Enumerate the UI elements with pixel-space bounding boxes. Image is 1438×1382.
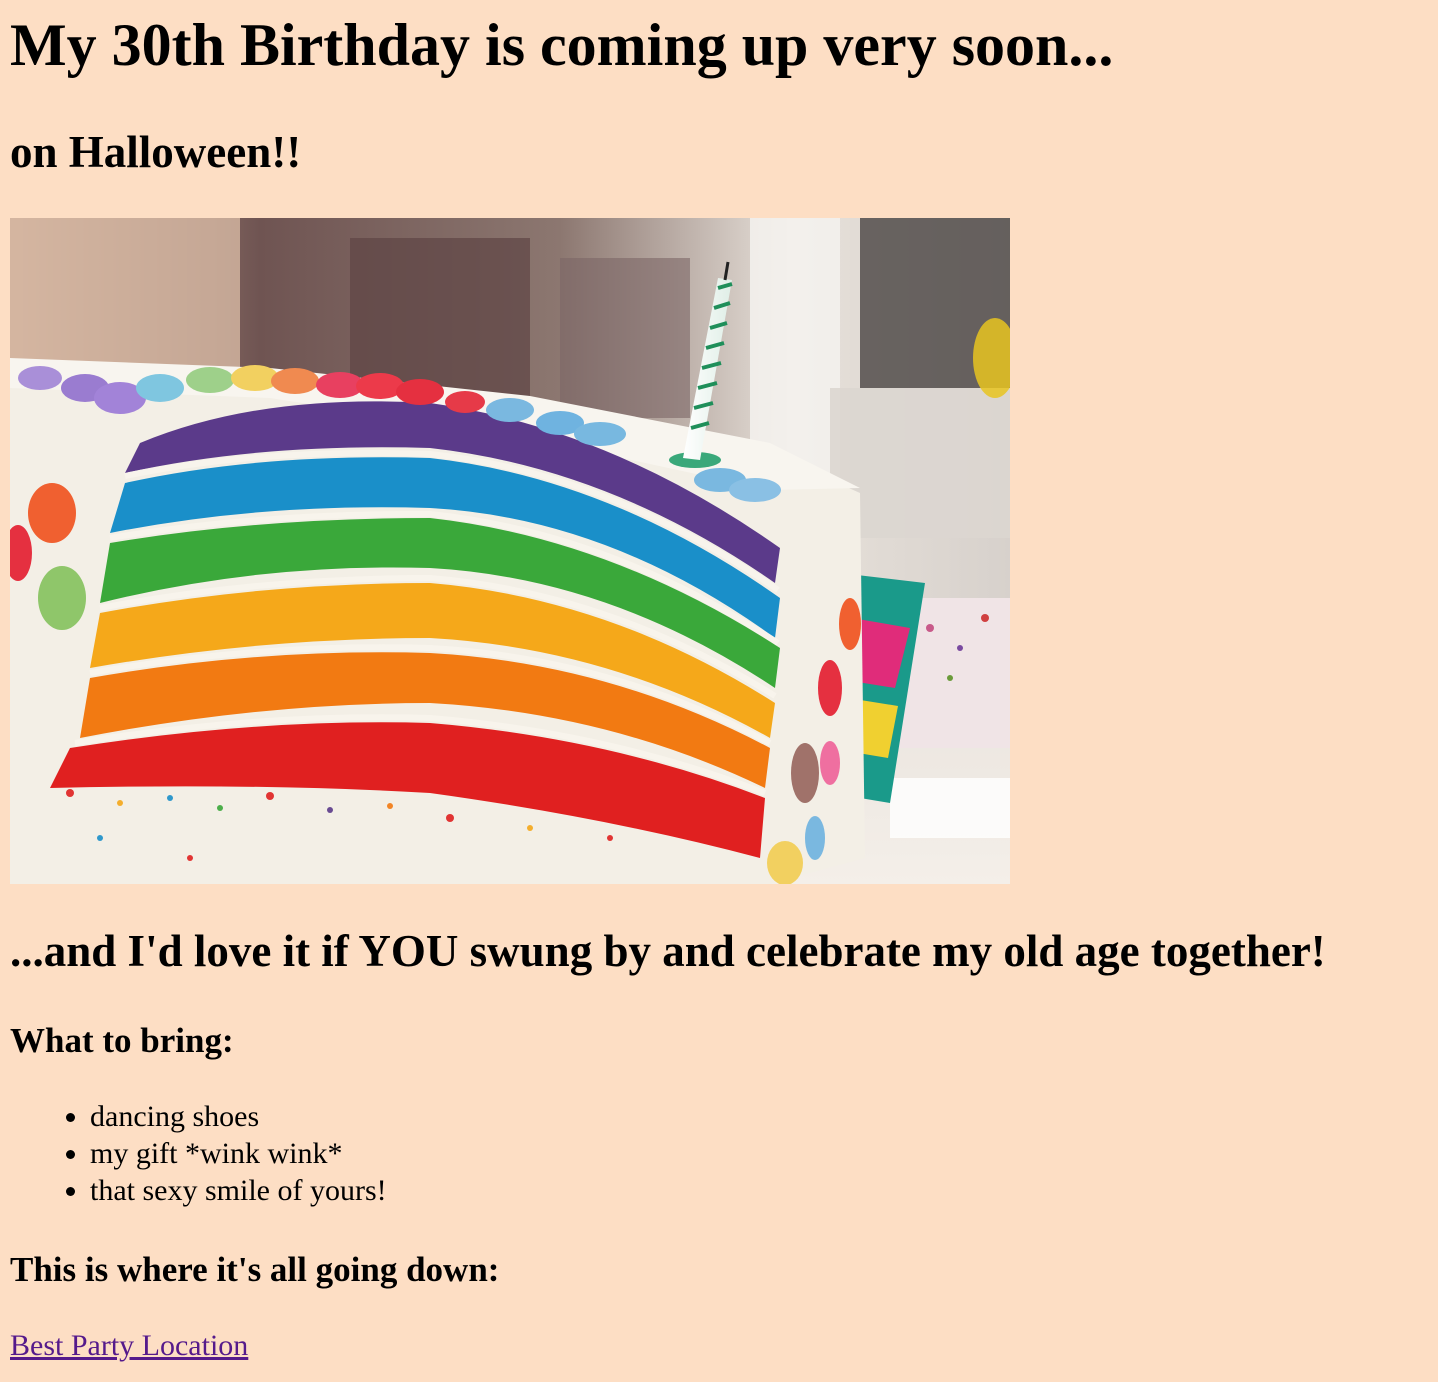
rainbow-cake-image bbox=[10, 218, 1010, 884]
list-item: my gift *wink wink* bbox=[90, 1135, 387, 1172]
list-item: dancing shoes bbox=[90, 1098, 387, 1135]
list-item: that sexy smile of yours! bbox=[90, 1172, 387, 1209]
page-subtitle: on Halloween!! bbox=[10, 127, 302, 177]
what-to-bring-heading: What to bring: bbox=[10, 1021, 234, 1060]
page-title: My 30th Birthday is coming up very soon.… bbox=[10, 12, 1114, 78]
location-heading: This is where it's all going down: bbox=[10, 1250, 500, 1289]
bring-list: dancing shoes my gift *wink wink* that s… bbox=[10, 1098, 387, 1209]
party-location-link[interactable]: Best Party Location bbox=[10, 1327, 248, 1365]
invite-heading: ...and I'd love it if YOU swung by and c… bbox=[10, 926, 1326, 976]
